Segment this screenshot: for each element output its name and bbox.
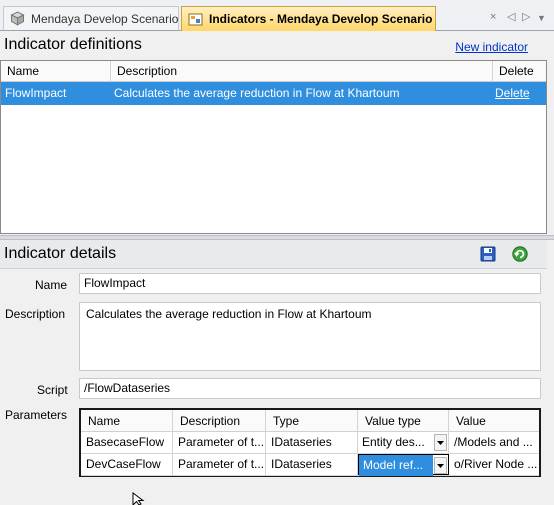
parameters-label: Parameters <box>5 408 68 422</box>
column-header-description[interactable]: Description <box>111 61 493 82</box>
details-title: Indicator details <box>4 245 117 262</box>
script-label: Script <box>37 383 68 397</box>
indicator-definitions-panel: Indicator definitions New indicator Name… <box>0 31 554 235</box>
document-tab-strip: Mendaya Develop Scenario Indicators - Me… <box>0 0 554 31</box>
name-input[interactable]: FlowImpact <box>79 273 541 294</box>
param-column-description[interactable]: Description <box>173 410 266 432</box>
tab-label: Mendaya Develop Scenario <box>31 11 179 26</box>
script-input[interactable]: /FlowDataseries <box>79 378 541 399</box>
param-name: BasecaseFlow <box>81 432 173 453</box>
row-description: Calculates the average reduction in Flow… <box>114 86 400 100</box>
value-type-dropdown[interactable]: Model ref... <box>358 454 449 476</box>
param-column-value[interactable]: Value <box>449 410 539 432</box>
new-indicator-link[interactable]: New indicator <box>455 40 528 54</box>
definitions-title: Indicator definitions <box>4 36 142 53</box>
param-type: IDataseries <box>266 432 358 453</box>
scenario-icon <box>10 11 25 26</box>
description-textarea[interactable]: Calculates the average reduction in Flow… <box>79 302 541 371</box>
scroll-left-icon[interactable]: ◁ <box>507 10 515 24</box>
chevron-down-icon[interactable] <box>434 434 447 451</box>
table-row[interactable]: BasecaseFlow Parameter of t... IDataseri… <box>81 432 539 454</box>
value-type-text: Entity des... <box>362 435 425 449</box>
indicator-details-panel: Indicator details Name FlowImpact Descri… <box>0 240 554 505</box>
tab-list-dropdown-icon[interactable]: ▼ <box>537 11 546 25</box>
tab-label: Indicators - Mendaya Develop Scenario <box>209 12 433 26</box>
definitions-header: Name Description Delete <box>1 61 546 82</box>
param-description: Parameter of t... <box>173 432 266 453</box>
param-column-name[interactable]: Name <box>81 410 173 432</box>
name-label: Name <box>35 278 68 292</box>
mouse-cursor-icon <box>132 492 146 505</box>
column-header-delete[interactable]: Delete <box>493 61 546 82</box>
scroll-right-icon[interactable]: ▷ <box>522 10 530 24</box>
param-name: DevCaseFlow <box>81 454 173 475</box>
value-type-text: Model ref... <box>359 455 433 476</box>
indicator-tab-icon <box>188 12 203 27</box>
refresh-icon[interactable] <box>512 246 528 262</box>
tab-scenario[interactable]: Mendaya Develop Scenario <box>3 6 179 30</box>
param-value[interactable]: /Models and ... <box>449 432 539 453</box>
close-tab-icon[interactable]: × <box>490 10 496 24</box>
definitions-table: Name Description Delete FlowImpact Calcu… <box>0 60 547 234</box>
value-type-dropdown[interactable]: Entity des... <box>358 432 449 453</box>
param-column-type[interactable]: Type <box>266 410 358 432</box>
table-row[interactable]: FlowImpact Calculates the average reduct… <box>1 82 546 105</box>
description-label: Description <box>5 307 66 321</box>
chevron-down-icon[interactable] <box>434 457 447 474</box>
row-name: FlowImpact <box>5 86 67 100</box>
param-column-value-type[interactable]: Value type <box>358 410 449 432</box>
param-value[interactable]: o/River Node ... <box>449 454 539 475</box>
parameters-header: Name Description Type Value type Value <box>81 410 539 432</box>
table-row[interactable]: DevCaseFlow Parameter of t... IDataserie… <box>81 454 539 476</box>
save-icon[interactable] <box>480 246 496 262</box>
column-header-name[interactable]: Name <box>1 61 111 82</box>
param-type: IDataseries <box>266 454 358 475</box>
details-header: Indicator details <box>0 240 547 269</box>
delete-link[interactable]: Delete <box>495 86 530 100</box>
tab-indicators[interactable]: Indicators - Mendaya Develop Scenario <box>181 6 436 31</box>
parameters-table: Name Description Type Value type Value B… <box>79 408 541 477</box>
param-description: Parameter of t... <box>173 454 266 475</box>
